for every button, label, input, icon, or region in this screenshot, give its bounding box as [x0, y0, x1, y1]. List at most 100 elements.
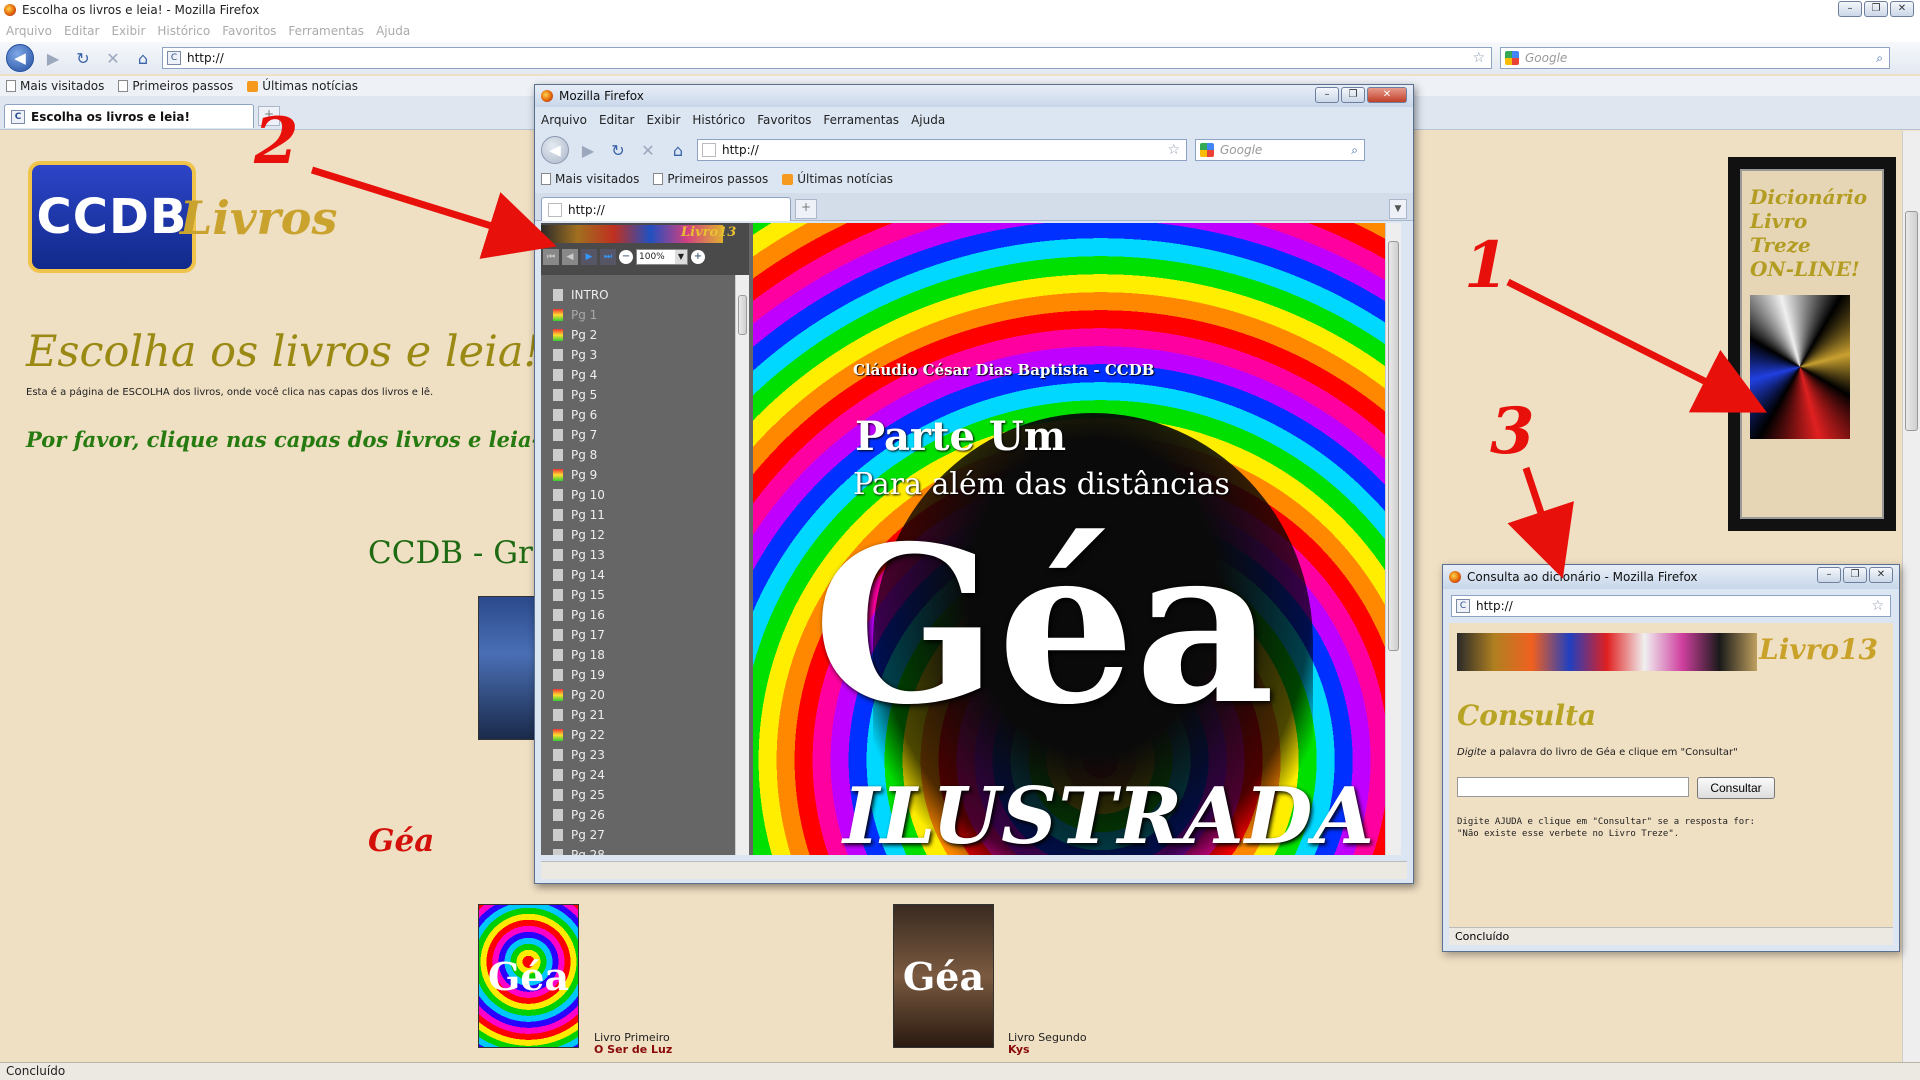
ccdb-book-cover[interactable]: [478, 596, 538, 740]
main-url-bar[interactable]: C http:// ☆: [162, 47, 1492, 69]
toc-item[interactable]: Pg 6: [553, 405, 723, 425]
maximize-button[interactable]: ❐: [1864, 1, 1888, 17]
home-icon[interactable]: ⌂: [132, 47, 154, 69]
reader-scrollbar[interactable]: [1385, 223, 1401, 855]
reader-menu-favoritos[interactable]: Favoritos: [757, 113, 811, 127]
toc-item[interactable]: Pg 14: [553, 565, 723, 585]
menu-ajuda[interactable]: Ajuda: [376, 24, 410, 38]
reader-menu-ferramentas[interactable]: Ferramentas: [823, 113, 899, 127]
stop-icon[interactable]: ✕: [102, 47, 124, 69]
bookmark-primeiros-passos[interactable]: Primeiros passos: [118, 79, 233, 93]
bookmark-mais-visitados[interactable]: Mais visitados: [6, 79, 104, 93]
reader-stop-icon[interactable]: ✕: [637, 139, 659, 161]
reader-tab-list-button[interactable]: ▼: [1389, 199, 1407, 219]
reader-back-button[interactable]: ◀: [541, 136, 569, 164]
reader-scroll-thumb[interactable]: [1388, 241, 1399, 651]
dictionary-frame[interactable]: Dicionário Livro Treze ON-LINE!: [1728, 157, 1896, 531]
ccdb-logo[interactable]: CCDB Livros: [28, 161, 337, 281]
toc-item[interactable]: Pg 13: [553, 545, 723, 565]
dict-close-button[interactable]: ✕: [1869, 567, 1893, 583]
menu-exibir[interactable]: Exibir: [111, 24, 145, 38]
reader-new-tab-button[interactable]: +: [795, 199, 817, 219]
toc-item[interactable]: Pg 2: [553, 325, 723, 345]
zoom-select[interactable]: 100% ▼: [636, 249, 688, 265]
reader-menu-arquivo[interactable]: Arquivo: [541, 113, 587, 127]
toc-item[interactable]: Pg 7: [553, 425, 723, 445]
toc-item[interactable]: Pg 27: [553, 825, 723, 845]
prev-page-icon[interactable]: ◀: [562, 249, 578, 265]
toc-item[interactable]: Pg 8: [553, 445, 723, 465]
reader-star-icon[interactable]: ☆: [1167, 142, 1180, 158]
dict-star-icon[interactable]: ☆: [1871, 598, 1884, 614]
reader-home-icon[interactable]: ⌂: [667, 139, 689, 161]
toc-item[interactable]: Pg 28: [553, 845, 723, 855]
menu-historico[interactable]: Histórico: [157, 24, 210, 38]
toc-item[interactable]: Pg 20: [553, 685, 723, 705]
toc-item[interactable]: Pg 9: [553, 465, 723, 485]
gea-book1-cover[interactable]: Géa: [478, 904, 579, 1048]
gea-book2-cover[interactable]: Géa: [893, 904, 994, 1048]
toc-item[interactable]: Pg 12: [553, 525, 723, 545]
reader-bookmark-mais-visitados[interactable]: Mais visitados: [541, 172, 639, 186]
toc-item[interactable]: Pg 19: [553, 665, 723, 685]
reader-menu-ajuda[interactable]: Ajuda: [911, 113, 945, 127]
reader-close-button[interactable]: ✕: [1367, 87, 1407, 103]
reader-minimize-button[interactable]: –: [1315, 87, 1339, 103]
toc-item[interactable]: Pg 23: [553, 745, 723, 765]
menu-editar[interactable]: Editar: [64, 24, 100, 38]
main-scroll-thumb[interactable]: [1905, 211, 1918, 431]
toc-item[interactable]: Pg 25: [553, 785, 723, 805]
reader-maximize-button[interactable]: ❐: [1341, 87, 1365, 103]
back-button[interactable]: ◀: [6, 44, 34, 72]
dict-url-bar[interactable]: C http:// ☆: [1451, 595, 1891, 617]
reader-menu-editar[interactable]: Editar: [599, 113, 635, 127]
zoom-in-icon[interactable]: +: [691, 250, 705, 264]
reader-menu-exibir[interactable]: Exibir: [646, 113, 680, 127]
next-page-icon[interactable]: ▶: [581, 249, 597, 265]
reader-bookmark-primeiros-passos[interactable]: Primeiros passos: [653, 172, 768, 186]
toc-item[interactable]: Pg 18: [553, 645, 723, 665]
minimize-button[interactable]: –: [1838, 1, 1862, 17]
reader-tab[interactable]: http://: [541, 197, 791, 221]
main-page-scrollbar[interactable]: [1902, 131, 1920, 1062]
toc-item[interactable]: Pg 15: [553, 585, 723, 605]
toc-item[interactable]: Pg 5: [553, 385, 723, 405]
menu-favoritos[interactable]: Favoritos: [222, 24, 276, 38]
dict-minimize-button[interactable]: –: [1817, 567, 1841, 583]
reader-forward-button[interactable]: ▶: [577, 139, 599, 161]
star-icon[interactable]: ☆: [1472, 50, 1485, 66]
toc-item[interactable]: Pg 17: [553, 625, 723, 645]
toc-item[interactable]: Pg 10: [553, 485, 723, 505]
toc-item[interactable]: Pg 22: [553, 725, 723, 745]
last-page-icon[interactable]: ⏭: [600, 249, 616, 265]
menu-arquivo[interactable]: Arquivo: [6, 24, 52, 38]
toc-item[interactable]: Pg 24: [553, 765, 723, 785]
toc-scroll-thumb[interactable]: [738, 295, 747, 335]
dict-search-input[interactable]: [1457, 777, 1689, 797]
menu-ferramentas[interactable]: Ferramentas: [288, 24, 364, 38]
book2-title[interactable]: Kys: [1008, 1043, 1030, 1056]
book1-title[interactable]: O Ser de Luz: [594, 1043, 672, 1056]
close-button[interactable]: ✕: [1890, 1, 1914, 17]
reader-url-bar[interactable]: http:// ☆: [697, 139, 1187, 161]
toc-item[interactable]: Pg 11: [553, 505, 723, 525]
main-search-box[interactable]: Google ⌕: [1500, 47, 1890, 69]
reload-icon[interactable]: ↻: [72, 47, 94, 69]
toc-item[interactable]: Pg 4: [553, 365, 723, 385]
toc-scrollbar[interactable]: [735, 275, 749, 855]
toc-item[interactable]: Pg 3: [553, 345, 723, 365]
forward-button[interactable]: ▶: [42, 47, 64, 69]
toc-item[interactable]: Pg 26: [553, 805, 723, 825]
toc-item[interactable]: INTRO: [553, 285, 723, 305]
toc-item[interactable]: Pg 21: [553, 705, 723, 725]
search-icon[interactable]: ⌕: [1876, 51, 1883, 66]
dict-consultar-button[interactable]: Consultar: [1697, 777, 1775, 799]
toc-item[interactable]: Pg 1: [553, 305, 723, 325]
first-page-icon[interactable]: ⏮: [543, 249, 559, 265]
reader-search-icon[interactable]: ⌕: [1351, 143, 1358, 158]
main-tab[interactable]: C Escolha os livros e leia!: [4, 104, 254, 128]
toc-item[interactable]: Pg 16: [553, 605, 723, 625]
dict-maximize-button[interactable]: ❐: [1843, 567, 1867, 583]
reader-menu-historico[interactable]: Histórico: [692, 113, 745, 127]
reader-reload-icon[interactable]: ↻: [607, 139, 629, 161]
